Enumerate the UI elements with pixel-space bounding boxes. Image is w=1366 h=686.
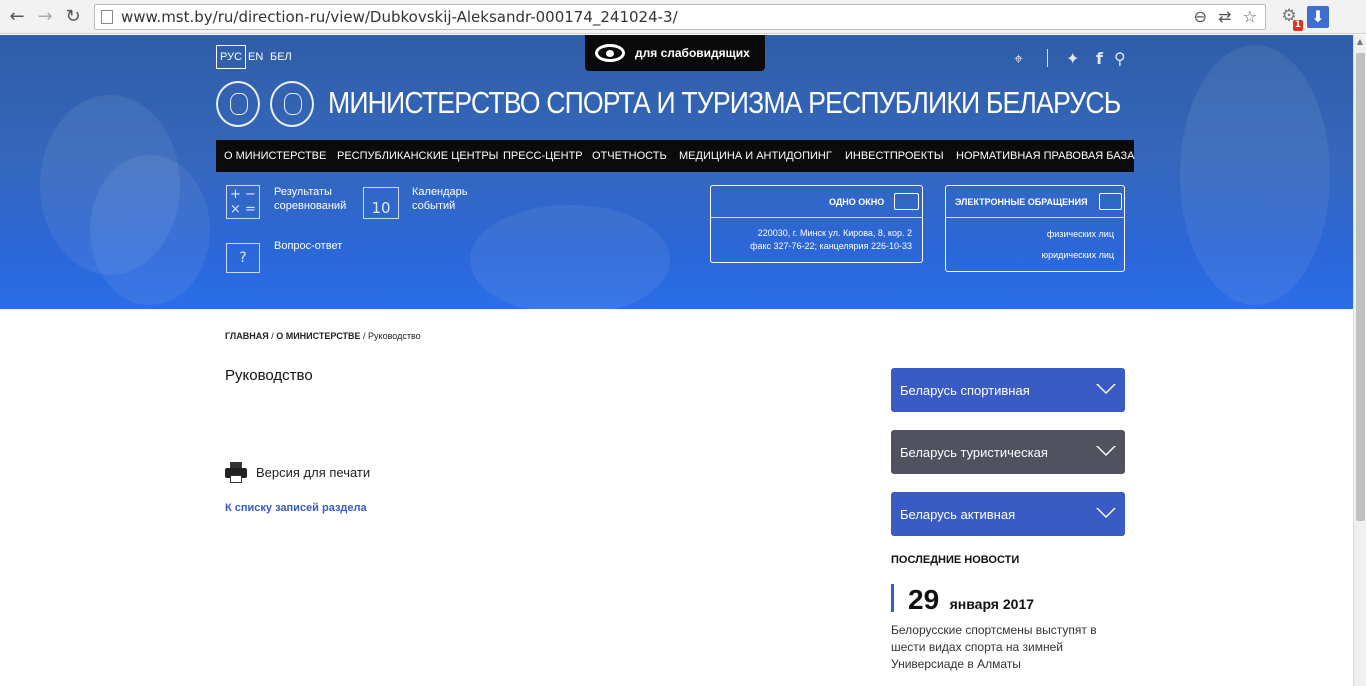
breadcrumb-current: Руководство [368,331,421,341]
one-window-box[interactable]: ОДНО ОКНО 220030, г. Минск ул. Кирова, 8… [710,185,923,263]
browser-toolbar: ← → ↻ www.mst.by/ru/direction-ru/view/Du… [0,0,1366,34]
twitter-icon[interactable]: ✦ [1066,49,1079,68]
page-title: Руководство [225,367,313,384]
url-text[interactable]: www.mst.by/ru/direction-ru/view/Dubkovsk… [121,8,678,26]
accessibility-label: для слабовидящих [635,46,750,60]
zoom-icon[interactable]: ⊖ [1194,7,1207,26]
search-icon[interactable]: ⚲ [1114,49,1126,68]
back-to-list-link[interactable]: К списку записей раздела [225,502,367,514]
results-link[interactable]: Результаты соревнований [274,185,346,213]
news-date: 29 января 2017 [891,584,1035,615]
news-day: 29 [908,584,940,615]
state-emblem-icon [216,81,260,127]
nav-item-centers[interactable]: РЕСПУБЛИКАНСКИЕ ЦЕНТРЫ [337,150,498,162]
breadcrumb-about[interactable]: О МИНИСТЕРСТВЕ [276,331,360,341]
download-icon[interactable]: ⬇ [1307,6,1329,28]
breadcrumb-home[interactable]: ГЛАВНАЯ [225,331,269,341]
latest-news-heading: ПОСЛЕДНИЕ НОВОСТИ [891,554,1020,566]
lang-en[interactable]: EN [248,51,263,63]
nav-item-investments[interactable]: ИНВЕСТПРОЕКТЫ [845,150,944,162]
back-button[interactable]: ← [6,6,28,28]
extension-badge: 1 [1292,20,1303,31]
site-title[interactable]: МИНИСТЕРСТВО СПОРТА И ТУРИЗМА РЕСПУБЛИКИ… [328,85,1121,121]
lang-ru[interactable]: РУС [216,45,247,69]
question-icon[interactable]: ? [226,243,260,273]
translate-icon[interactable]: ⇄ [1218,7,1231,26]
ministry-logo-icon[interactable] [270,81,314,127]
appeals-legal-link[interactable]: юридических лиц [1041,250,1114,260]
eye-icon [595,44,625,62]
news-month: января 2017 [949,596,1035,612]
accordion-belarus-active[interactable]: Беларусь активная [891,492,1125,536]
facebook-icon[interactable]: f [1096,49,1103,68]
calculator-icon[interactable]: + − × = [226,185,260,219]
printer-icon [225,462,247,484]
site-header: РУС EN БЕЛ для слабовидящих ⌖ ✦ f ⚲ МИНИ… [0,35,1353,309]
calendar-link[interactable]: Календарь событий [412,185,468,213]
divider [1047,49,1048,67]
accessibility-button[interactable]: для слабовидящих [585,35,765,71]
news-item-link[interactable]: Белорусские спортсмены выступят в шести … [891,622,1121,673]
accordion-belarus-tourism[interactable]: Беларусь туристическая [891,430,1125,474]
faq-link[interactable]: Вопрос-ответ [274,239,342,253]
nav-item-press[interactable]: ПРЕСС-ЦЕНТР [503,150,583,162]
appeals-individuals-link[interactable]: физических лиц [1047,229,1114,239]
phones-text: факс 327-76-22; канцелярия 226-10-33 [750,241,912,251]
main-navigation: О МИНИСТЕРСТВЕ РЕСПУБЛИКАНСКИЕ ЦЕНТРЫ ПР… [216,140,1134,172]
address-bar[interactable]: www.mst.by/ru/direction-ru/view/Dubkovsk… [94,4,1266,30]
nav-item-about[interactable]: О МИНИСТЕРСТВЕ [224,150,326,162]
nav-item-legal-base[interactable]: НОРМАТИВНАЯ ПРАВОВАЯ БАЗА [956,150,1134,162]
accordion-belarus-sport[interactable]: Беларусь спортивная [891,368,1125,412]
calendar-icon[interactable]: 10 [363,187,399,219]
reload-button[interactable]: ↻ [62,6,84,28]
appeals-title: ЭЛЕКТРОННЫЕ ОБРАЩЕНИЯ [955,197,1088,207]
id-card-icon [894,193,919,210]
address-text: 220030, г. Минск ул. Кирова, 8, кор. 2 [757,228,912,238]
appeals-box: ЭЛЕКТРОННЫЕ ОБРАЩЕНИЯ физических лиц юри… [945,185,1125,272]
page-scrollbar[interactable]: ▲ [1353,35,1366,686]
one-window-title: ОДНО ОКНО [829,197,885,207]
bookmark-star-icon[interactable]: ☆ [1243,7,1257,26]
nav-item-reports[interactable]: ОТЧЕТНОСТЬ [592,150,667,162]
scroll-thumb[interactable] [1356,53,1365,521]
message-icon [1099,193,1122,210]
breadcrumb: ГЛАВНАЯ / О МИНИСТЕРСТВЕ / Руководство [225,331,421,341]
forward-button[interactable]: → [34,6,56,28]
print-label[interactable]: Версия для печати [256,465,370,480]
page-icon [101,10,113,24]
nav-item-medicine[interactable]: МЕДИЦИНА И АНТИДОПИНГ [679,150,832,162]
extension-gear-icon[interactable]: ⚙ 1 [1278,6,1303,31]
scroll-up-icon[interactable]: ▲ [1354,37,1366,51]
lang-be[interactable]: БЕЛ [270,51,292,63]
map-pin-icon[interactable]: ⌖ [1014,49,1023,69]
